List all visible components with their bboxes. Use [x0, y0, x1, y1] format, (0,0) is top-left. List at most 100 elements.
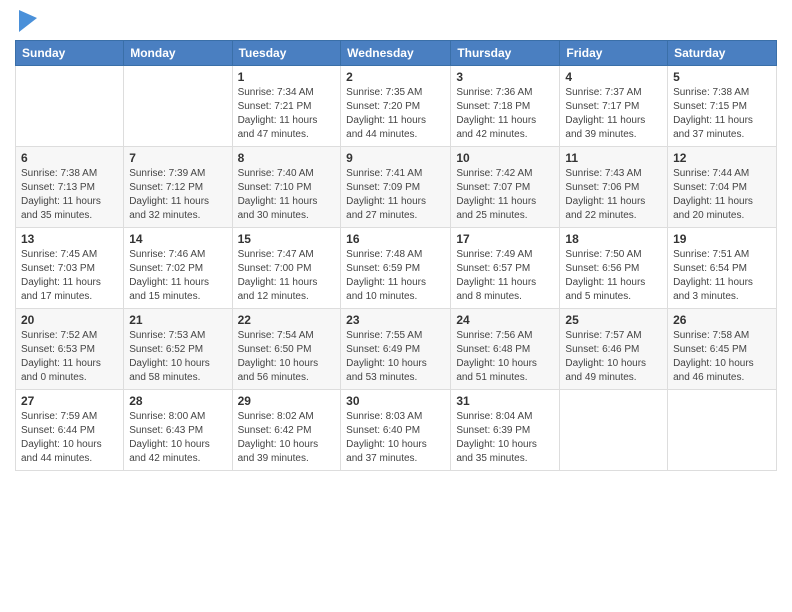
day-number: 14: [129, 232, 226, 246]
day-number: 7: [129, 151, 226, 165]
calendar-cell: 11 Sunrise: 7:43 AM Sunset: 7:06 PM Dayli…: [560, 147, 668, 228]
day-info: Sunrise: 7:56 AM Sunset: 6:48 PM Dayligh…: [456, 329, 554, 385]
weekday-header-wednesday: Wednesday: [341, 41, 451, 66]
day-number: 27: [21, 394, 118, 408]
week-row-2: 6 Sunrise: 7:38 AM Sunset: 7:13 PM Daylig…: [16, 147, 777, 228]
day-info: Sunrise: 7:43 AM Sunset: 7:06 PM Dayligh…: [565, 167, 662, 223]
day-info: Sunrise: 7:40 AM Sunset: 7:10 PM Dayligh…: [238, 167, 336, 223]
day-info: Sunrise: 7:46 AM Sunset: 7:02 PM Dayligh…: [129, 248, 226, 304]
day-info: Sunrise: 7:34 AM Sunset: 7:21 PM Dayligh…: [238, 86, 336, 142]
calendar-cell: 25 Sunrise: 7:57 AM Sunset: 6:46 PM Dayli…: [560, 309, 668, 390]
calendar-cell: [668, 390, 777, 471]
day-info: Sunrise: 7:49 AM Sunset: 6:57 PM Dayligh…: [456, 248, 554, 304]
weekday-header-sunday: Sunday: [16, 41, 124, 66]
calendar-cell: 6 Sunrise: 7:38 AM Sunset: 7:13 PM Daylig…: [16, 147, 124, 228]
day-number: 17: [456, 232, 554, 246]
day-info: Sunrise: 8:00 AM Sunset: 6:43 PM Dayligh…: [129, 410, 226, 466]
day-info: Sunrise: 8:02 AM Sunset: 6:42 PM Dayligh…: [238, 410, 336, 466]
calendar-cell: 26Sunrise: 7:58 AM Sunset: 6:45 PM Dayli…: [668, 309, 777, 390]
day-info: Sunrise: 7:57 AM Sunset: 6:46 PM Dayligh…: [565, 329, 662, 385]
day-info: Sunrise: 7:41 AM Sunset: 7:09 PM Dayligh…: [346, 167, 445, 223]
calendar-cell: 31 Sunrise: 8:04 AM Sunset: 6:39 PM Dayli…: [451, 390, 560, 471]
day-number: 28: [129, 394, 226, 408]
header: [15, 10, 777, 32]
day-number: 31: [456, 394, 554, 408]
calendar-cell: 12 Sunrise: 7:44 AM Sunset: 7:04 PM Dayli…: [668, 147, 777, 228]
day-number: 19: [673, 232, 771, 246]
weekday-header-thursday: Thursday: [451, 41, 560, 66]
calendar-cell: 2Sunrise: 7:35 AM Sunset: 7:20 PM Daylig…: [341, 66, 451, 147]
day-number: 9: [346, 151, 445, 165]
day-info: Sunrise: 8:03 AM Sunset: 6:40 PM Dayligh…: [346, 410, 445, 466]
day-info: Sunrise: 7:54 AM Sunset: 6:50 PM Dayligh…: [238, 329, 336, 385]
calendar-cell: 7Sunrise: 7:39 AM Sunset: 7:12 PM Daylig…: [124, 147, 232, 228]
day-number: 3: [456, 70, 554, 84]
day-number: 1: [238, 70, 336, 84]
day-number: 4: [565, 70, 662, 84]
calendar-cell: 24 Sunrise: 7:56 AM Sunset: 6:48 PM Dayli…: [451, 309, 560, 390]
calendar-cell: [560, 390, 668, 471]
day-info: Sunrise: 7:47 AM Sunset: 7:00 PM Dayligh…: [238, 248, 336, 304]
calendar-cell: 20Sunrise: 7:52 AM Sunset: 6:53 PM Dayli…: [16, 309, 124, 390]
day-info: Sunrise: 7:53 AM Sunset: 6:52 PM Dayligh…: [129, 329, 226, 385]
day-info: Sunrise: 7:38 AM Sunset: 7:15 PM Dayligh…: [673, 86, 771, 142]
calendar-cell: 18 Sunrise: 7:50 AM Sunset: 6:56 PM Dayli…: [560, 228, 668, 309]
day-number: 5: [673, 70, 771, 84]
day-number: 8: [238, 151, 336, 165]
day-info: Sunrise: 7:50 AM Sunset: 6:56 PM Dayligh…: [565, 248, 662, 304]
day-number: 26: [673, 313, 771, 327]
calendar-cell: 15 Sunrise: 7:47 AM Sunset: 7:00 PM Dayli…: [232, 228, 341, 309]
calendar-cell: 29 Sunrise: 8:02 AM Sunset: 6:42 PM Dayli…: [232, 390, 341, 471]
day-number: 12: [673, 151, 771, 165]
weekday-header-monday: Monday: [124, 41, 232, 66]
day-number: 13: [21, 232, 118, 246]
calendar-cell: 30 Sunrise: 8:03 AM Sunset: 6:40 PM Dayli…: [341, 390, 451, 471]
calendar-cell: 16Sunrise: 7:48 AM Sunset: 6:59 PM Dayli…: [341, 228, 451, 309]
day-info: Sunrise: 7:55 AM Sunset: 6:49 PM Dayligh…: [346, 329, 445, 385]
day-info: Sunrise: 7:45 AM Sunset: 7:03 PM Dayligh…: [21, 248, 118, 304]
calendar-cell: 10 Sunrise: 7:42 AM Sunset: 7:07 PM Dayli…: [451, 147, 560, 228]
day-number: 29: [238, 394, 336, 408]
calendar-cell: 9 Sunrise: 7:41 AM Sunset: 7:09 PM Daylig…: [341, 147, 451, 228]
calendar-cell: 19 Sunrise: 7:51 AM Sunset: 6:54 PM Dayli…: [668, 228, 777, 309]
calendar-cell: [16, 66, 124, 147]
calendar-cell: 28 Sunrise: 8:00 AM Sunset: 6:43 PM Dayli…: [124, 390, 232, 471]
day-number: 11: [565, 151, 662, 165]
day-info: Sunrise: 7:36 AM Sunset: 7:18 PM Dayligh…: [456, 86, 554, 142]
day-info: Sunrise: 7:38 AM Sunset: 7:13 PM Dayligh…: [21, 167, 118, 223]
weekday-header-row: SundayMondayTuesdayWednesdayThursdayFrid…: [16, 41, 777, 66]
day-number: 24: [456, 313, 554, 327]
day-info: Sunrise: 8:04 AM Sunset: 6:39 PM Dayligh…: [456, 410, 554, 466]
logo: [15, 10, 37, 32]
day-number: 21: [129, 313, 226, 327]
calendar-cell: 22Sunrise: 7:54 AM Sunset: 6:50 PM Dayli…: [232, 309, 341, 390]
calendar-table: SundayMondayTuesdayWednesdayThursdayFrid…: [15, 40, 777, 471]
page: SundayMondayTuesdayWednesdayThursdayFrid…: [0, 0, 792, 612]
calendar-cell: 5 Sunrise: 7:38 AM Sunset: 7:15 PM Daylig…: [668, 66, 777, 147]
day-number: 25: [565, 313, 662, 327]
day-info: Sunrise: 7:59 AM Sunset: 6:44 PM Dayligh…: [21, 410, 118, 466]
day-number: 30: [346, 394, 445, 408]
calendar-cell: 23Sunrise: 7:55 AM Sunset: 6:49 PM Dayli…: [341, 309, 451, 390]
week-row-3: 13 Sunrise: 7:45 AM Sunset: 7:03 PM Dayli…: [16, 228, 777, 309]
day-number: 20: [21, 313, 118, 327]
day-number: 18: [565, 232, 662, 246]
day-number: 2: [346, 70, 445, 84]
day-info: Sunrise: 7:44 AM Sunset: 7:04 PM Dayligh…: [673, 167, 771, 223]
week-row-4: 20Sunrise: 7:52 AM Sunset: 6:53 PM Dayli…: [16, 309, 777, 390]
weekday-header-friday: Friday: [560, 41, 668, 66]
calendar-cell: 3 Sunrise: 7:36 AM Sunset: 7:18 PM Daylig…: [451, 66, 560, 147]
day-number: 6: [21, 151, 118, 165]
calendar-cell: [124, 66, 232, 147]
logo-icon: [19, 10, 37, 32]
day-number: 10: [456, 151, 554, 165]
weekday-header-tuesday: Tuesday: [232, 41, 341, 66]
day-number: 16: [346, 232, 445, 246]
day-info: Sunrise: 7:51 AM Sunset: 6:54 PM Dayligh…: [673, 248, 771, 304]
day-info: Sunrise: 7:42 AM Sunset: 7:07 PM Dayligh…: [456, 167, 554, 223]
week-row-1: 1 Sunrise: 7:34 AM Sunset: 7:21 PM Daylig…: [16, 66, 777, 147]
calendar-cell: 1 Sunrise: 7:34 AM Sunset: 7:21 PM Daylig…: [232, 66, 341, 147]
day-number: 15: [238, 232, 336, 246]
calendar-cell: 27 Sunrise: 7:59 AM Sunset: 6:44 PM Dayli…: [16, 390, 124, 471]
calendar-cell: 4Sunrise: 7:37 AM Sunset: 7:17 PM Daylig…: [560, 66, 668, 147]
